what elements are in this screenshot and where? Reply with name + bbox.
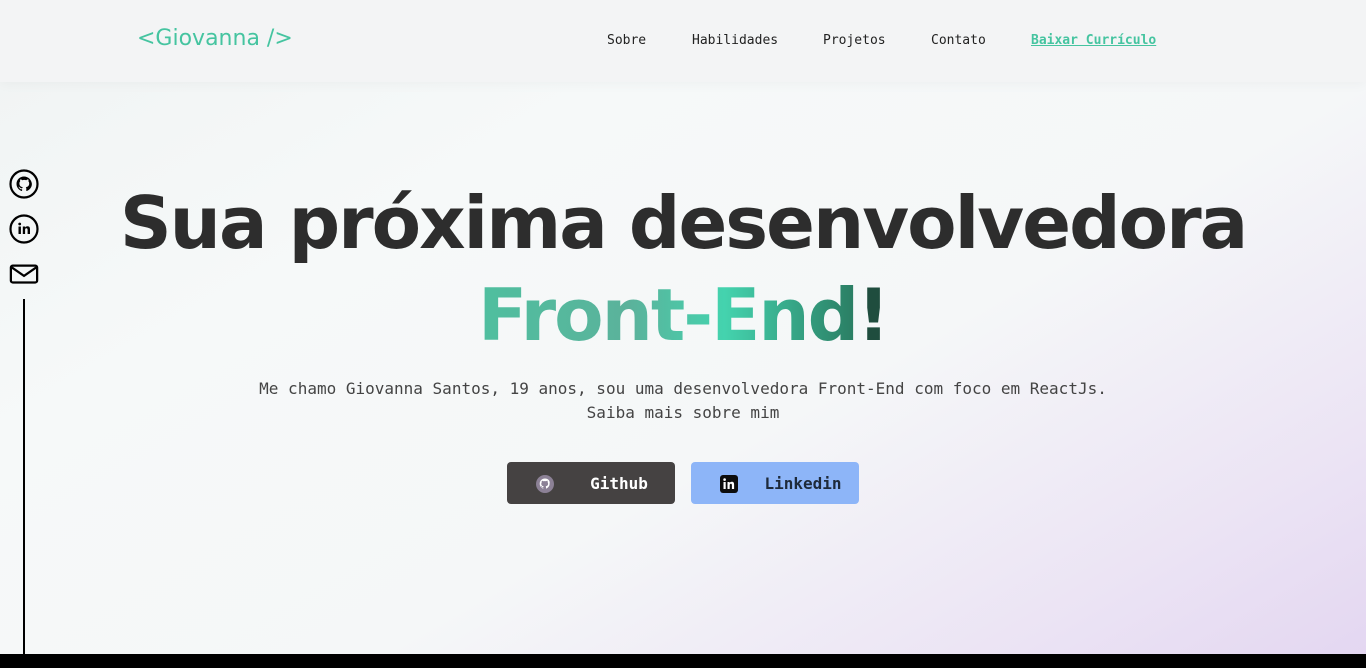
site-header: <Giovanna /> Sobre Habilidades Projetos … <box>0 0 1366 82</box>
nav-item-contato[interactable]: Contato <box>931 33 986 48</box>
nav-item-projetos[interactable]: Projetos <box>823 33 886 48</box>
github-button-label: Github <box>590 473 648 493</box>
bottom-bar <box>0 654 1366 668</box>
github-octocat-icon <box>536 475 554 493</box>
linkedin-button-label: Linkedin <box>764 473 842 493</box>
hero-exclamation: ! <box>857 273 890 357</box>
hero-headline: Sua próxima desenvolvedora <box>119 181 1248 265</box>
download-resume-link[interactable]: Baixar Currículo <box>1031 33 1156 48</box>
hero-subtitle: Me chamo Giovanna Santos, 19 anos, sou u… <box>0 377 1366 425</box>
hero-subtitle-intro: Me chamo Giovanna Santos, 19 anos, sou u… <box>259 379 1107 398</box>
main-nav: Sobre Habilidades Projetos Contato Baixa… <box>0 33 1366 53</box>
hero-headline-accent-line: Front-End! <box>0 270 1366 360</box>
linkedin-button[interactable]: Linkedin <box>691 462 859 504</box>
hero-accent-word: Front-End <box>478 273 859 357</box>
linkedin-icon <box>720 475 738 493</box>
hero-subtitle-more[interactable]: Saiba mais sobre mim <box>0 401 1366 425</box>
nav-item-habilidades[interactable]: Habilidades <box>692 33 778 48</box>
nav-item-sobre[interactable]: Sobre <box>607 33 646 48</box>
github-button[interactable]: Github <box>507 462 675 504</box>
